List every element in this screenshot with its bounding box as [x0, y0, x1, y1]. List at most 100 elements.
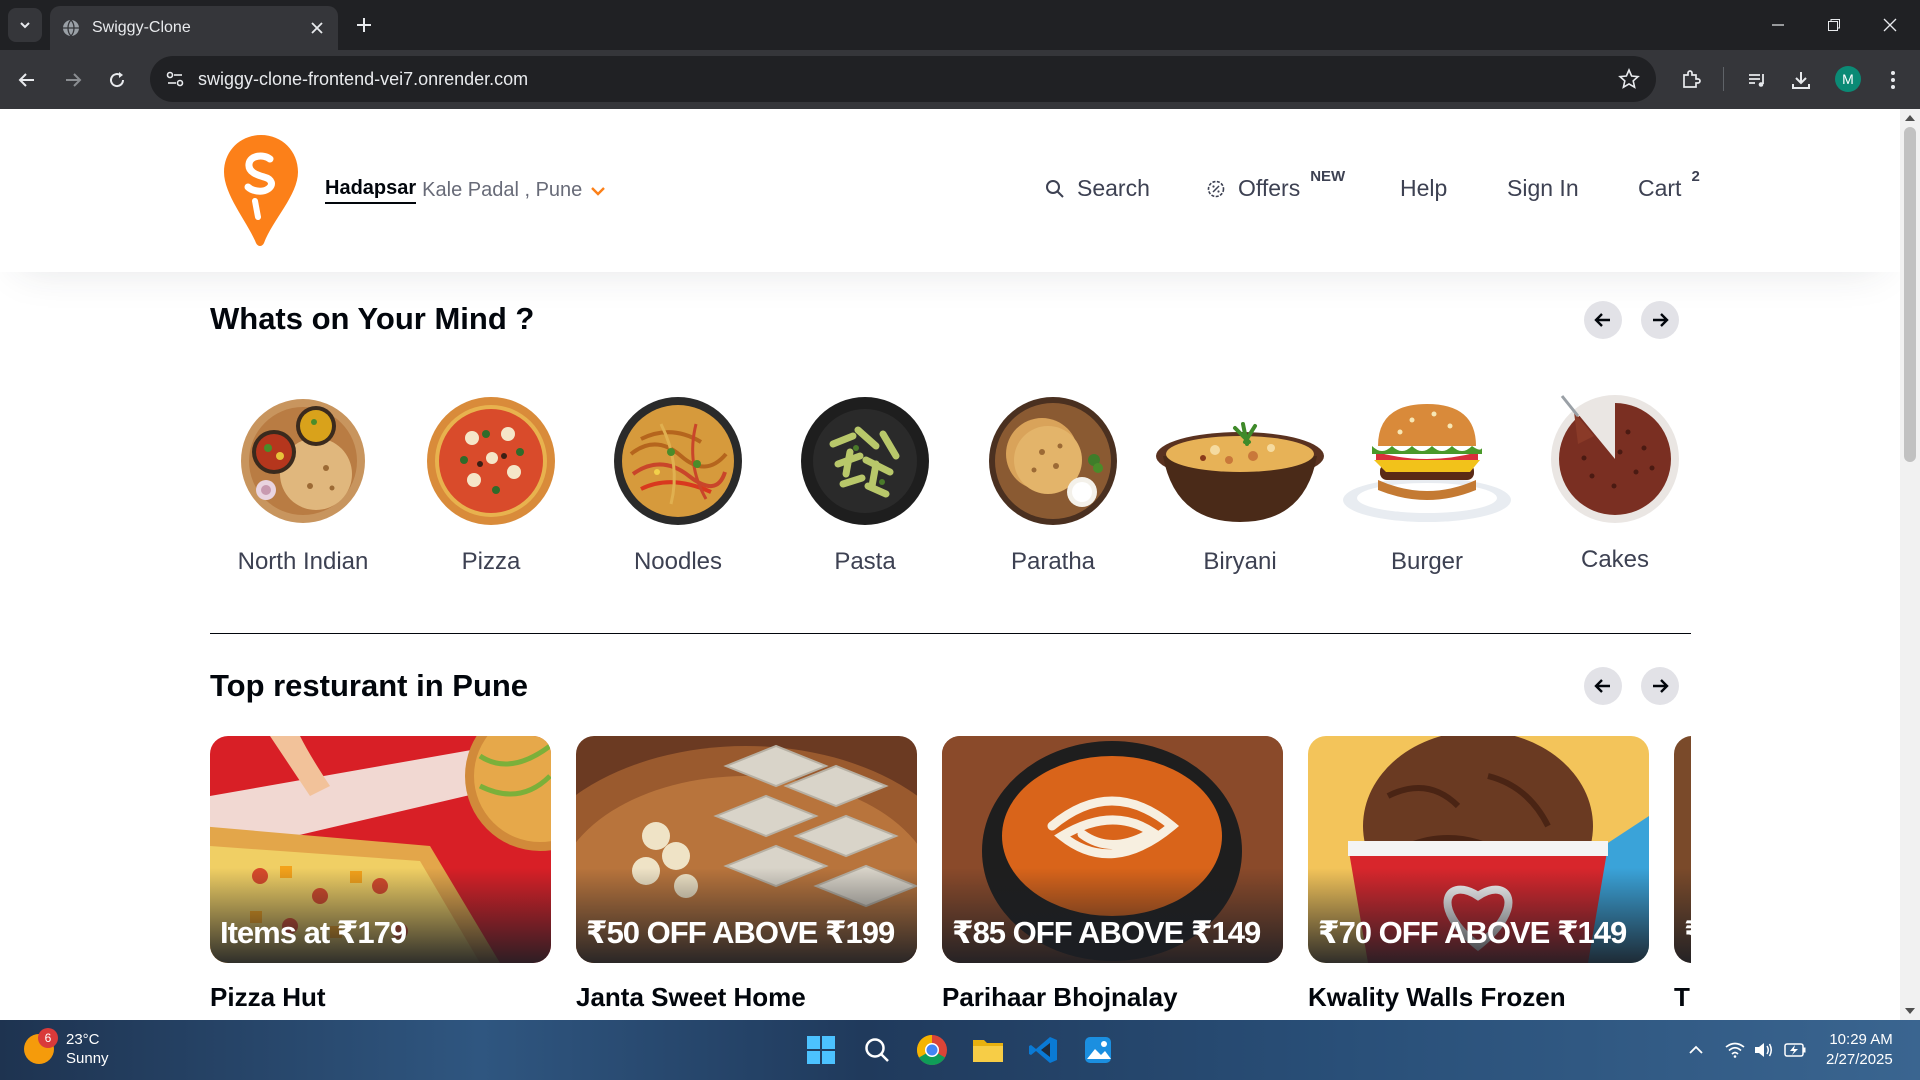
restaurant-name: T: [1674, 982, 1690, 1012]
browser-tab-bar: Swiggy-Clone: [0, 0, 1920, 50]
battery-charging-icon: [1784, 1043, 1806, 1057]
media-control-button[interactable]: [1743, 66, 1771, 94]
nav-signin[interactable]: Sign In: [1507, 175, 1579, 202]
nav-cart[interactable]: Cart 2: [1638, 168, 1700, 202]
nav-offers[interactable]: Offers NEW: [1206, 168, 1345, 202]
restore-button[interactable]: [1806, 0, 1862, 50]
category-label: Pizza: [461, 548, 521, 575]
restaurant-image: ₹50 OFF ABOVE ₹199: [576, 736, 917, 963]
restaurant-name: Kwality Walls Frozen: [1308, 982, 1566, 1012]
playlist-icon: [1749, 74, 1764, 87]
cart-count-badge: 2: [1691, 168, 1700, 185]
vscode-icon: [1029, 1037, 1057, 1063]
arrow-left-icon: [18, 73, 34, 87]
arrow-right-icon: [1653, 313, 1669, 327]
new-tab-button[interactable]: [352, 13, 376, 37]
start-button[interactable]: [803, 1032, 839, 1068]
taskbar-vscode[interactable]: [1025, 1032, 1061, 1068]
offer-text: ₹: [1684, 915, 1691, 951]
category-label: North Indian: [237, 548, 369, 575]
weather-widget[interactable]: 6 23°C Sunny: [24, 1028, 109, 1068]
category-label: Paratha: [1010, 548, 1096, 575]
plus-icon: [357, 18, 371, 32]
category-label: Pasta: [834, 548, 896, 575]
nav-search[interactable]: Search: [1045, 175, 1150, 202]
tray-volume[interactable]: [1751, 1038, 1775, 1062]
weather-description: Sunny: [66, 1050, 109, 1067]
taskbar-file-explorer[interactable]: [970, 1032, 1006, 1068]
category-cakes[interactable]: Cakes: [1530, 392, 1700, 574]
category-noodles[interactable]: Noodles: [593, 394, 763, 576]
browser-tab[interactable]: Swiggy-Clone: [50, 6, 338, 50]
offer-text: ₹50 OFF ABOVE ₹199: [586, 915, 895, 950]
sun-icon: 6: [24, 1028, 58, 1064]
section-divider: [210, 633, 1691, 634]
category-paratha[interactable]: Paratha: [968, 394, 1138, 576]
tray-wifi[interactable]: [1723, 1038, 1747, 1062]
top-restaurants-title: Top resturant in Pune: [210, 668, 529, 703]
weather-temperature: 23°C: [66, 1031, 100, 1048]
web-page: Hadapsar Kale Padal , Pune Search Offers…: [0, 109, 1900, 1020]
restaurant-card[interactable]: ₹70 OFF ABOVE ₹149 Kwality Walls Frozen: [1308, 736, 1649, 1013]
category-burger[interactable]: Burger: [1342, 394, 1512, 576]
tray-battery[interactable]: [1783, 1038, 1807, 1062]
category-biryani[interactable]: Biryani: [1155, 394, 1325, 576]
restaurant-image: ₹70 OFF ABOVE ₹149: [1308, 736, 1649, 963]
scroll-up-arrow-icon[interactable]: [1905, 115, 1915, 121]
extensions-button[interactable]: [1677, 66, 1705, 94]
nav-cart-label: Cart: [1638, 175, 1682, 201]
restaurant-card[interactable]: ₹ T: [1674, 736, 1691, 1013]
bookmark-star-icon[interactable]: [1618, 68, 1640, 90]
nav-help[interactable]: Help: [1400, 175, 1447, 202]
download-icon: [1792, 72, 1810, 89]
scrollbar-thumb[interactable]: [1904, 127, 1916, 462]
photos-icon: [1085, 1037, 1111, 1063]
browser-menu-button[interactable]: [1879, 66, 1907, 94]
back-button[interactable]: [10, 63, 44, 97]
reload-button[interactable]: [100, 63, 134, 97]
taskbar-chrome[interactable]: [914, 1032, 950, 1068]
restaurant-image: Items at ₹179: [210, 736, 551, 963]
clock-time: 10:29 AM: [1829, 1031, 1893, 1048]
speaker-icon: [1755, 1043, 1772, 1057]
site-info-icon[interactable]: [164, 68, 186, 90]
taskbar-search-button[interactable]: [859, 1032, 895, 1068]
swiggy-logo-icon[interactable]: [222, 133, 300, 247]
page-scrollbar[interactable]: [1900, 109, 1920, 1020]
tab-search-button[interactable]: [8, 8, 42, 42]
tray-expand-button[interactable]: [1684, 1038, 1708, 1062]
downloads-button[interactable]: [1787, 66, 1815, 94]
close-icon[interactable]: [308, 19, 326, 37]
site-header: Hadapsar Kale Padal , Pune Search Offers…: [0, 109, 1900, 272]
burger-image: [1343, 404, 1511, 522]
category-pasta[interactable]: Pasta: [780, 394, 950, 576]
category-pizza[interactable]: Pizza: [406, 394, 576, 576]
restaurant-card[interactable]: ₹50 OFF ABOVE ₹199 Janta Sweet Home: [576, 736, 917, 1013]
arrow-right-icon: [1653, 679, 1669, 693]
address-bar[interactable]: swiggy-clone-frontend-vei7.onrender.com: [150, 56, 1656, 102]
category-north-indian[interactable]: North Indian: [218, 394, 388, 576]
mind-prev-button[interactable]: [1584, 301, 1622, 339]
category-label: Cakes: [1580, 546, 1650, 573]
restaurants-prev-button[interactable]: [1584, 667, 1622, 705]
scroll-down-arrow-icon[interactable]: [1905, 1008, 1915, 1014]
profile-avatar[interactable]: M: [1835, 66, 1861, 92]
nav-search-label: Search: [1077, 175, 1150, 201]
taskbar-photos[interactable]: [1080, 1032, 1116, 1068]
forward-button[interactable]: [56, 63, 90, 97]
nav-signin-label: Sign In: [1507, 175, 1579, 201]
tab-title: Swiggy-Clone: [92, 19, 191, 36]
mind-next-button[interactable]: [1641, 301, 1679, 339]
cake-image: [1551, 395, 1679, 523]
taskbar-clock[interactable]: 10:29 AM 2/27/2025: [1826, 1030, 1893, 1070]
restaurant-card[interactable]: ₹85 OFF ABOVE ₹149 Parihaar Bhojnalay: [942, 736, 1283, 1013]
close-window-button[interactable]: [1862, 0, 1918, 50]
close-icon: [1883, 18, 1897, 32]
url-text: swiggy-clone-frontend-vei7.onrender.com: [198, 68, 529, 89]
offers-new-badge: NEW: [1310, 168, 1346, 185]
notification-badge: 6: [38, 1028, 58, 1048]
location-selector[interactable]: Hadapsar Kale Padal , Pune: [325, 177, 606, 204]
restaurant-card[interactable]: Items at ₹179 Pizza Hut: [210, 736, 551, 1013]
minimize-button[interactable]: [1750, 0, 1806, 50]
restaurants-next-button[interactable]: [1641, 667, 1679, 705]
